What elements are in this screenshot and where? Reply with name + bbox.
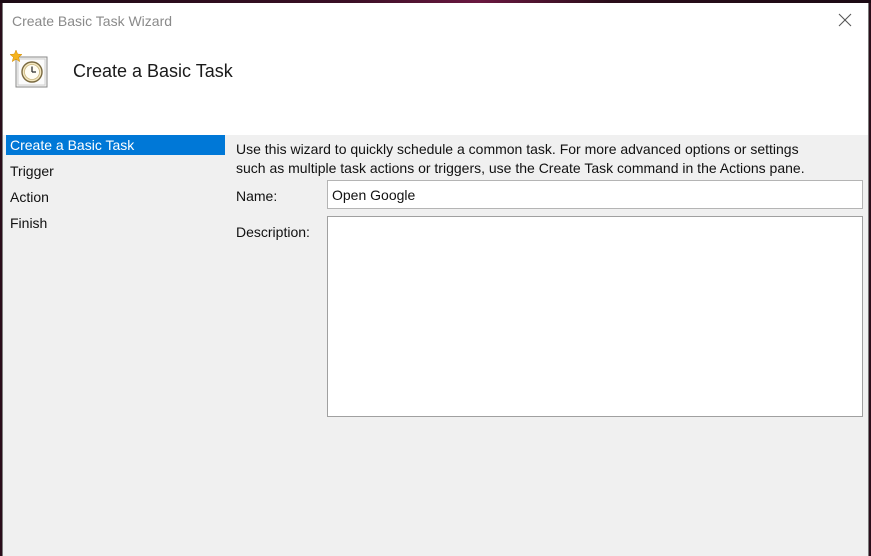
description-label: Description:: [236, 224, 310, 240]
wizard-window: Create Basic Task Wizard Create a Basic …: [2, 3, 869, 556]
name-input[interactable]: [327, 180, 863, 209]
intro-line-2: such as multiple task actions or trigger…: [236, 160, 805, 176]
wizard-header: Create a Basic Task: [3, 37, 868, 135]
task-clock-icon: [10, 49, 48, 88]
step-trigger[interactable]: Trigger: [3, 161, 225, 187]
step-finish[interactable]: Finish: [3, 213, 225, 239]
title-bar[interactable]: Create Basic Task Wizard: [3, 3, 868, 37]
page-title: Create a Basic Task: [73, 61, 233, 81]
description-input[interactable]: [327, 216, 863, 417]
wizard-steps-list: Create a Basic Task Trigger Action Finis…: [3, 135, 225, 239]
intro-text: Use this wizard to quickly schedule a co…: [236, 140, 856, 178]
intro-line-1: Use this wizard to quickly schedule a co…: [236, 141, 799, 157]
close-icon: [838, 13, 852, 27]
step-create-basic-task[interactable]: Create a Basic Task: [6, 135, 225, 155]
window-title: Create Basic Task Wizard: [12, 13, 173, 29]
close-button[interactable]: [822, 3, 868, 37]
name-label: Name:: [236, 188, 278, 204]
step-action[interactable]: Action: [3, 187, 225, 213]
